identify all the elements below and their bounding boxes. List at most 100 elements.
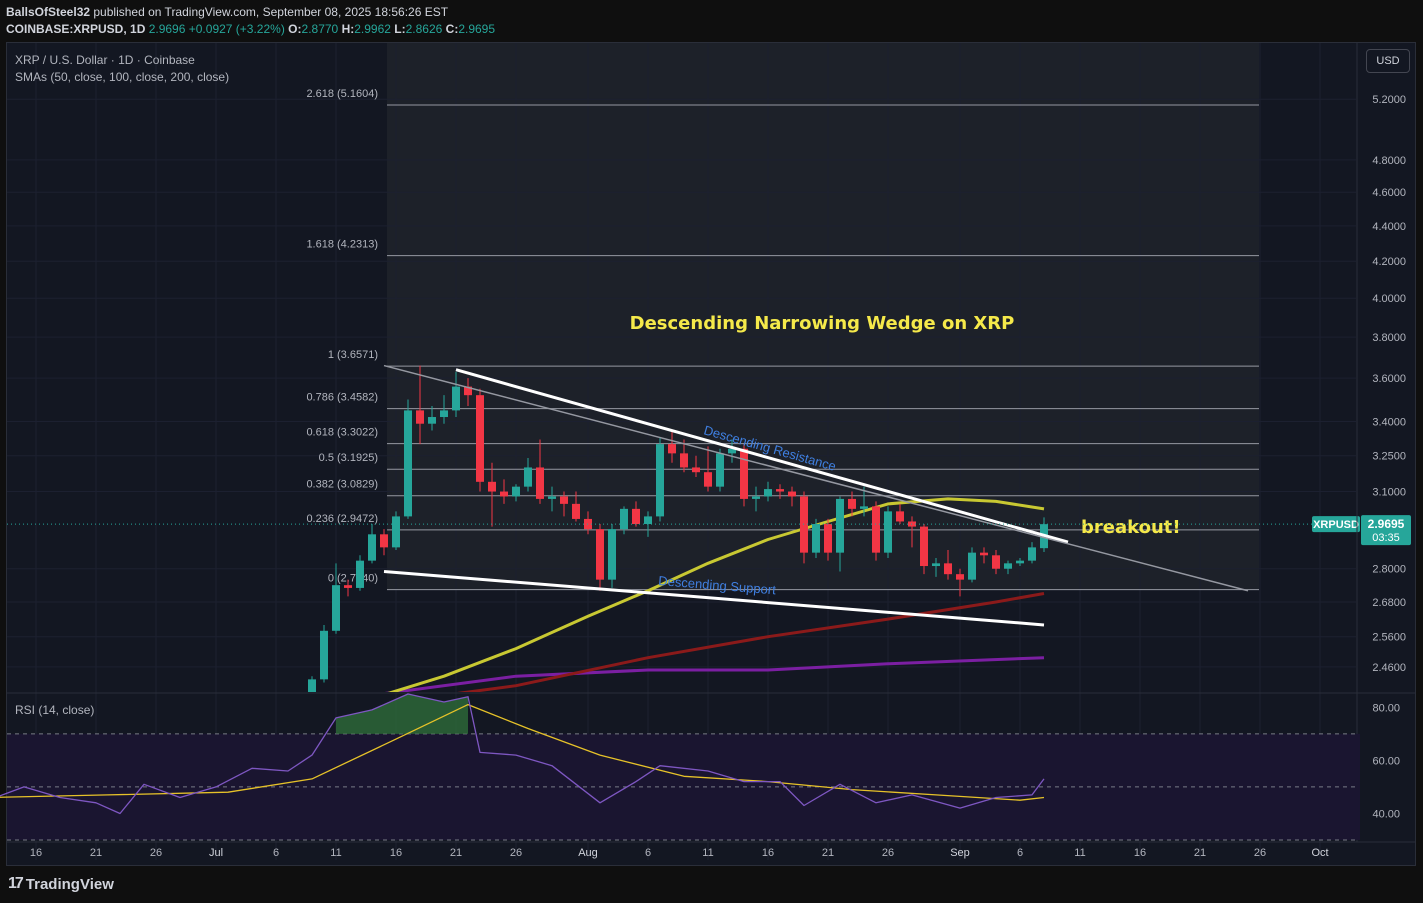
y-tick-label: 5.2000 <box>1372 94 1406 106</box>
candle-body <box>632 508 640 525</box>
candle-body <box>608 529 616 580</box>
candle-body <box>692 467 700 473</box>
candle-body <box>1004 563 1012 569</box>
x-tick-label: Jul <box>209 847 223 859</box>
candle-body <box>452 386 460 411</box>
fib-label: 1 (3.6571) <box>328 349 378 361</box>
y-tick-label: 2.8000 <box>1372 564 1406 576</box>
y-tick-label: 4.6000 <box>1372 187 1406 199</box>
candle-body <box>548 496 556 499</box>
x-tick-label: 21 <box>450 847 462 859</box>
candle-body <box>860 506 868 509</box>
candle-body <box>752 496 760 499</box>
candle-body <box>296 708 304 718</box>
candle-body <box>368 534 376 561</box>
rsi-tick-label: 40.00 <box>1372 808 1400 820</box>
candle-body <box>812 524 820 553</box>
fib-label: 0 (2.7240) <box>328 573 378 585</box>
candle-body <box>788 491 796 497</box>
x-tick-label: Aug <box>578 847 598 859</box>
candle-body <box>668 444 676 454</box>
candle-body <box>872 506 880 553</box>
breakout-annotation: breakout! <box>1081 517 1181 538</box>
fib-label: 2.618 (5.1604) <box>306 88 378 100</box>
candle-body <box>848 498 856 509</box>
fib-label: 1.618 (4.2313) <box>306 239 378 251</box>
candle-body <box>956 574 964 580</box>
candle-body <box>836 498 844 553</box>
x-tick-label: Oct <box>1311 847 1328 859</box>
rsi-tick-label: 80.00 <box>1372 702 1400 714</box>
candle-body <box>572 503 580 519</box>
currency-button[interactable]: USD <box>1366 49 1410 73</box>
fib-label: 0.618 (3.3022) <box>306 427 378 439</box>
x-tick-label: 26 <box>882 847 894 859</box>
candle-body <box>920 526 928 567</box>
y-tick-label: 2.6800 <box>1372 597 1406 609</box>
x-tick-label: 16 <box>390 847 402 859</box>
candle-body <box>440 410 448 418</box>
candle-body <box>644 516 652 525</box>
fib-label: 0.382 (3.0829) <box>306 479 378 491</box>
x-tick-label: 11 <box>330 847 341 859</box>
fib-label: 0.786 (3.4582) <box>306 392 378 404</box>
candle-body <box>704 472 712 487</box>
candle-body <box>932 563 940 567</box>
candle-body <box>380 534 388 548</box>
candle-body <box>980 552 988 556</box>
candle-body <box>824 524 832 553</box>
x-tick-label: 21 <box>822 847 834 859</box>
fib-label: 0.236 (2.9472) <box>306 513 378 525</box>
price-tag-countdown: 03:35 <box>1372 532 1400 544</box>
footer-brand[interactable]: 17 TradingView <box>8 875 114 893</box>
candle-body <box>992 555 1000 569</box>
candle-body <box>512 486 520 497</box>
rsi-legend[interactable]: RSI (14, close) <box>15 703 94 717</box>
x-tick-label: 16 <box>762 847 774 859</box>
candle-body <box>500 491 508 497</box>
x-tick-label: 21 <box>1194 847 1206 859</box>
x-tick-label: 11 <box>702 847 713 859</box>
x-tick-label: 26 <box>510 847 522 859</box>
candle-body <box>536 467 544 499</box>
x-tick-label: 11 <box>1074 847 1085 859</box>
x-tick-label: 6 <box>645 847 651 859</box>
candle-body <box>596 529 604 580</box>
candle-body <box>1016 560 1024 564</box>
y-tick-label: 4.8000 <box>1372 155 1406 167</box>
x-tick-label: 16 <box>1134 847 1146 859</box>
candle-body <box>620 508 628 530</box>
chart-title-annotation: Descending Narrowing Wedge on XRP <box>630 313 1015 334</box>
candle-body <box>308 679 316 692</box>
x-tick-label: 16 <box>30 847 42 859</box>
candle-body <box>476 395 484 482</box>
y-tick-label: 4.4000 <box>1372 221 1406 233</box>
candle-body <box>740 448 748 499</box>
x-tick-label: 6 <box>273 847 279 859</box>
candle-body <box>764 489 772 497</box>
price-tag-value: 2.9695 <box>1368 517 1405 531</box>
x-tick-label: 21 <box>90 847 102 859</box>
candle-body <box>392 516 400 548</box>
y-tick-label: 2.5600 <box>1372 632 1406 644</box>
candle-body <box>524 467 532 487</box>
candle-body <box>416 410 424 424</box>
sma-legend[interactable]: SMAs (50, close, 100, close, 200, close) <box>15 70 229 84</box>
candle-body <box>428 417 436 424</box>
brand-name: TradingView <box>25 875 114 893</box>
x-tick-label: 26 <box>1254 847 1266 859</box>
candle-body <box>716 453 724 487</box>
chart-svg[interactable]: 16 21 26 Jul 6 11 16 21 26 Aug 6 11 16 21 26 Sep 6 11 16 21… <box>0 0 1423 903</box>
candle-body <box>656 444 664 517</box>
candle-body <box>320 630 328 680</box>
x-tick-label: Sep <box>950 847 970 859</box>
y-tick-label: 3.6000 <box>1372 373 1406 385</box>
candle-body <box>404 410 412 517</box>
symbol-legend[interactable]: XRP / U.S. Dollar · 1D · Coinbase <box>15 53 195 67</box>
candle-body <box>884 511 892 553</box>
y-tick-label: 3.2500 <box>1372 451 1406 463</box>
y-tick-label: 3.1000 <box>1372 487 1406 499</box>
candle-body <box>332 585 340 631</box>
candle-body <box>680 453 688 468</box>
candle-body <box>344 585 352 588</box>
